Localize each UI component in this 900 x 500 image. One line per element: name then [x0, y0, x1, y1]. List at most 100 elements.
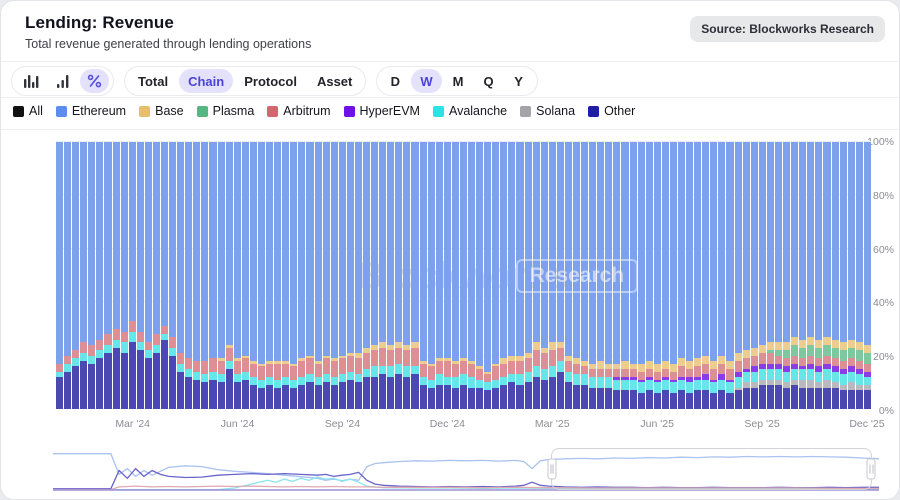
tab-asset[interactable]: Asset — [308, 69, 361, 93]
legend-item-base[interactable]: Base — [139, 104, 184, 118]
stacked-bar[interactable] — [452, 142, 459, 409]
stacked-bar[interactable] — [686, 142, 693, 409]
stacked-bar[interactable] — [298, 142, 305, 409]
stacked-bar[interactable] — [718, 142, 725, 409]
stacked-bar[interactable] — [113, 142, 120, 409]
stacked-bar[interactable] — [710, 142, 717, 409]
stacked-bar[interactable] — [638, 142, 645, 409]
stacked-bar[interactable] — [726, 142, 733, 409]
stacked-bar[interactable] — [549, 142, 556, 409]
stacked-bar[interactable] — [323, 142, 330, 409]
interval-tab-y[interactable]: Y — [505, 69, 533, 93]
stacked-bar[interactable] — [807, 142, 814, 409]
percent-stacked-icon[interactable] — [80, 69, 109, 93]
tab-chain[interactable]: Chain — [179, 69, 233, 93]
stacked-bar[interactable] — [153, 142, 160, 409]
stacked-bar[interactable] — [751, 142, 758, 409]
interval-tab-w[interactable]: W — [411, 69, 441, 93]
stacked-bar[interactable] — [315, 142, 322, 409]
tab-protocol[interactable]: Protocol — [235, 69, 306, 93]
stacked-bar[interactable] — [573, 142, 580, 409]
stacked-bar[interactable] — [630, 142, 637, 409]
ascending-bar-chart-icon[interactable] — [48, 69, 78, 93]
stacked-bar[interactable] — [840, 142, 847, 409]
stacked-bar[interactable] — [379, 142, 386, 409]
stacked-bar[interactable] — [250, 142, 257, 409]
stacked-bar[interactable] — [290, 142, 297, 409]
stacked-bar[interactable] — [282, 142, 289, 409]
stacked-bar[interactable] — [72, 142, 79, 409]
stacked-bar[interactable] — [694, 142, 701, 409]
stacked-bar[interactable] — [605, 142, 612, 409]
stacked-bar[interactable] — [339, 142, 346, 409]
legend-item-ethereum[interactable]: Ethereum — [56, 104, 126, 118]
stacked-bar[interactable] — [508, 142, 515, 409]
stacked-bar[interactable] — [848, 142, 855, 409]
stacked-bar[interactable] — [209, 142, 216, 409]
stacked-bar[interactable] — [258, 142, 265, 409]
stacked-bar[interactable] — [589, 142, 596, 409]
stacked-bar[interactable] — [403, 142, 410, 409]
stacked-bar[interactable] — [177, 142, 184, 409]
stacked-bar[interactable] — [226, 142, 233, 409]
interval-tab-q[interactable]: Q — [475, 69, 503, 93]
stacked-bar[interactable] — [169, 142, 176, 409]
stacked-bar[interactable] — [654, 142, 661, 409]
stacked-bar[interactable] — [621, 142, 628, 409]
stacked-bar[interactable] — [565, 142, 572, 409]
stacked-bar[interactable] — [218, 142, 225, 409]
range-navigator[interactable] — [53, 447, 879, 493]
legend-item-other[interactable]: Other — [588, 104, 635, 118]
stacked-bar[interactable] — [371, 142, 378, 409]
tab-total[interactable]: Total — [129, 69, 177, 93]
legend-item-plasma[interactable]: Plasma — [197, 104, 255, 118]
stacked-bar[interactable] — [387, 142, 394, 409]
interval-tab-m[interactable]: M — [444, 69, 473, 93]
grouped-bar-chart-icon[interactable] — [16, 69, 46, 93]
stacked-bar[interactable] — [460, 142, 467, 409]
stacked-bar[interactable] — [80, 142, 87, 409]
stacked-bar[interactable] — [500, 142, 507, 409]
stacked-bar[interactable] — [331, 142, 338, 409]
stacked-bar[interactable] — [557, 142, 564, 409]
stacked-bar[interactable] — [832, 142, 839, 409]
stacked-bar[interactable] — [823, 142, 830, 409]
stacked-bar[interactable] — [581, 142, 588, 409]
stacked-bar[interactable] — [468, 142, 475, 409]
stacked-bar[interactable] — [735, 142, 742, 409]
stacked-bar[interactable] — [533, 142, 540, 409]
legend-item-avalanche[interactable]: Avalanche — [433, 104, 507, 118]
stacked-bar[interactable] — [104, 142, 111, 409]
stacked-bar[interactable] — [161, 142, 168, 409]
stacked-bar[interactable] — [815, 142, 822, 409]
stacked-bar[interactable] — [662, 142, 669, 409]
stacked-bar[interactable] — [137, 142, 144, 409]
stacked-bar[interactable] — [799, 142, 806, 409]
stacked-bar[interactable] — [355, 142, 362, 409]
legend-item-solana[interactable]: Solana — [520, 104, 575, 118]
interval-tab-d[interactable]: D — [381, 69, 409, 93]
stacked-bar[interactable] — [363, 142, 370, 409]
stacked-bar[interactable] — [670, 142, 677, 409]
stacked-bar[interactable] — [129, 142, 136, 409]
stacked-bar[interactable] — [856, 142, 863, 409]
legend-item-arbitrum[interactable]: Arbitrum — [267, 104, 330, 118]
stacked-bar[interactable] — [492, 142, 499, 409]
stacked-bar[interactable] — [96, 142, 103, 409]
navigator-left-handle[interactable] — [548, 459, 557, 480]
stacked-bar[interactable] — [242, 142, 249, 409]
stacked-bar[interactable] — [420, 142, 427, 409]
stacked-bar[interactable] — [185, 142, 192, 409]
stacked-bar[interactable] — [613, 142, 620, 409]
stacked-bar[interactable] — [702, 142, 709, 409]
source-button[interactable]: Source: Blockworks Research — [690, 16, 885, 42]
stacked-bar[interactable] — [864, 142, 871, 409]
stacked-bar[interactable] — [541, 142, 548, 409]
stacked-bar[interactable] — [484, 142, 491, 409]
stacked-bar[interactable] — [743, 142, 750, 409]
legend-item-hyperevm[interactable]: HyperEVM — [344, 104, 420, 118]
stacked-bar[interactable] — [783, 142, 790, 409]
stacked-bar[interactable] — [193, 142, 200, 409]
stacked-bar[interactable] — [775, 142, 782, 409]
navigator-selection-window[interactable] — [551, 448, 872, 490]
